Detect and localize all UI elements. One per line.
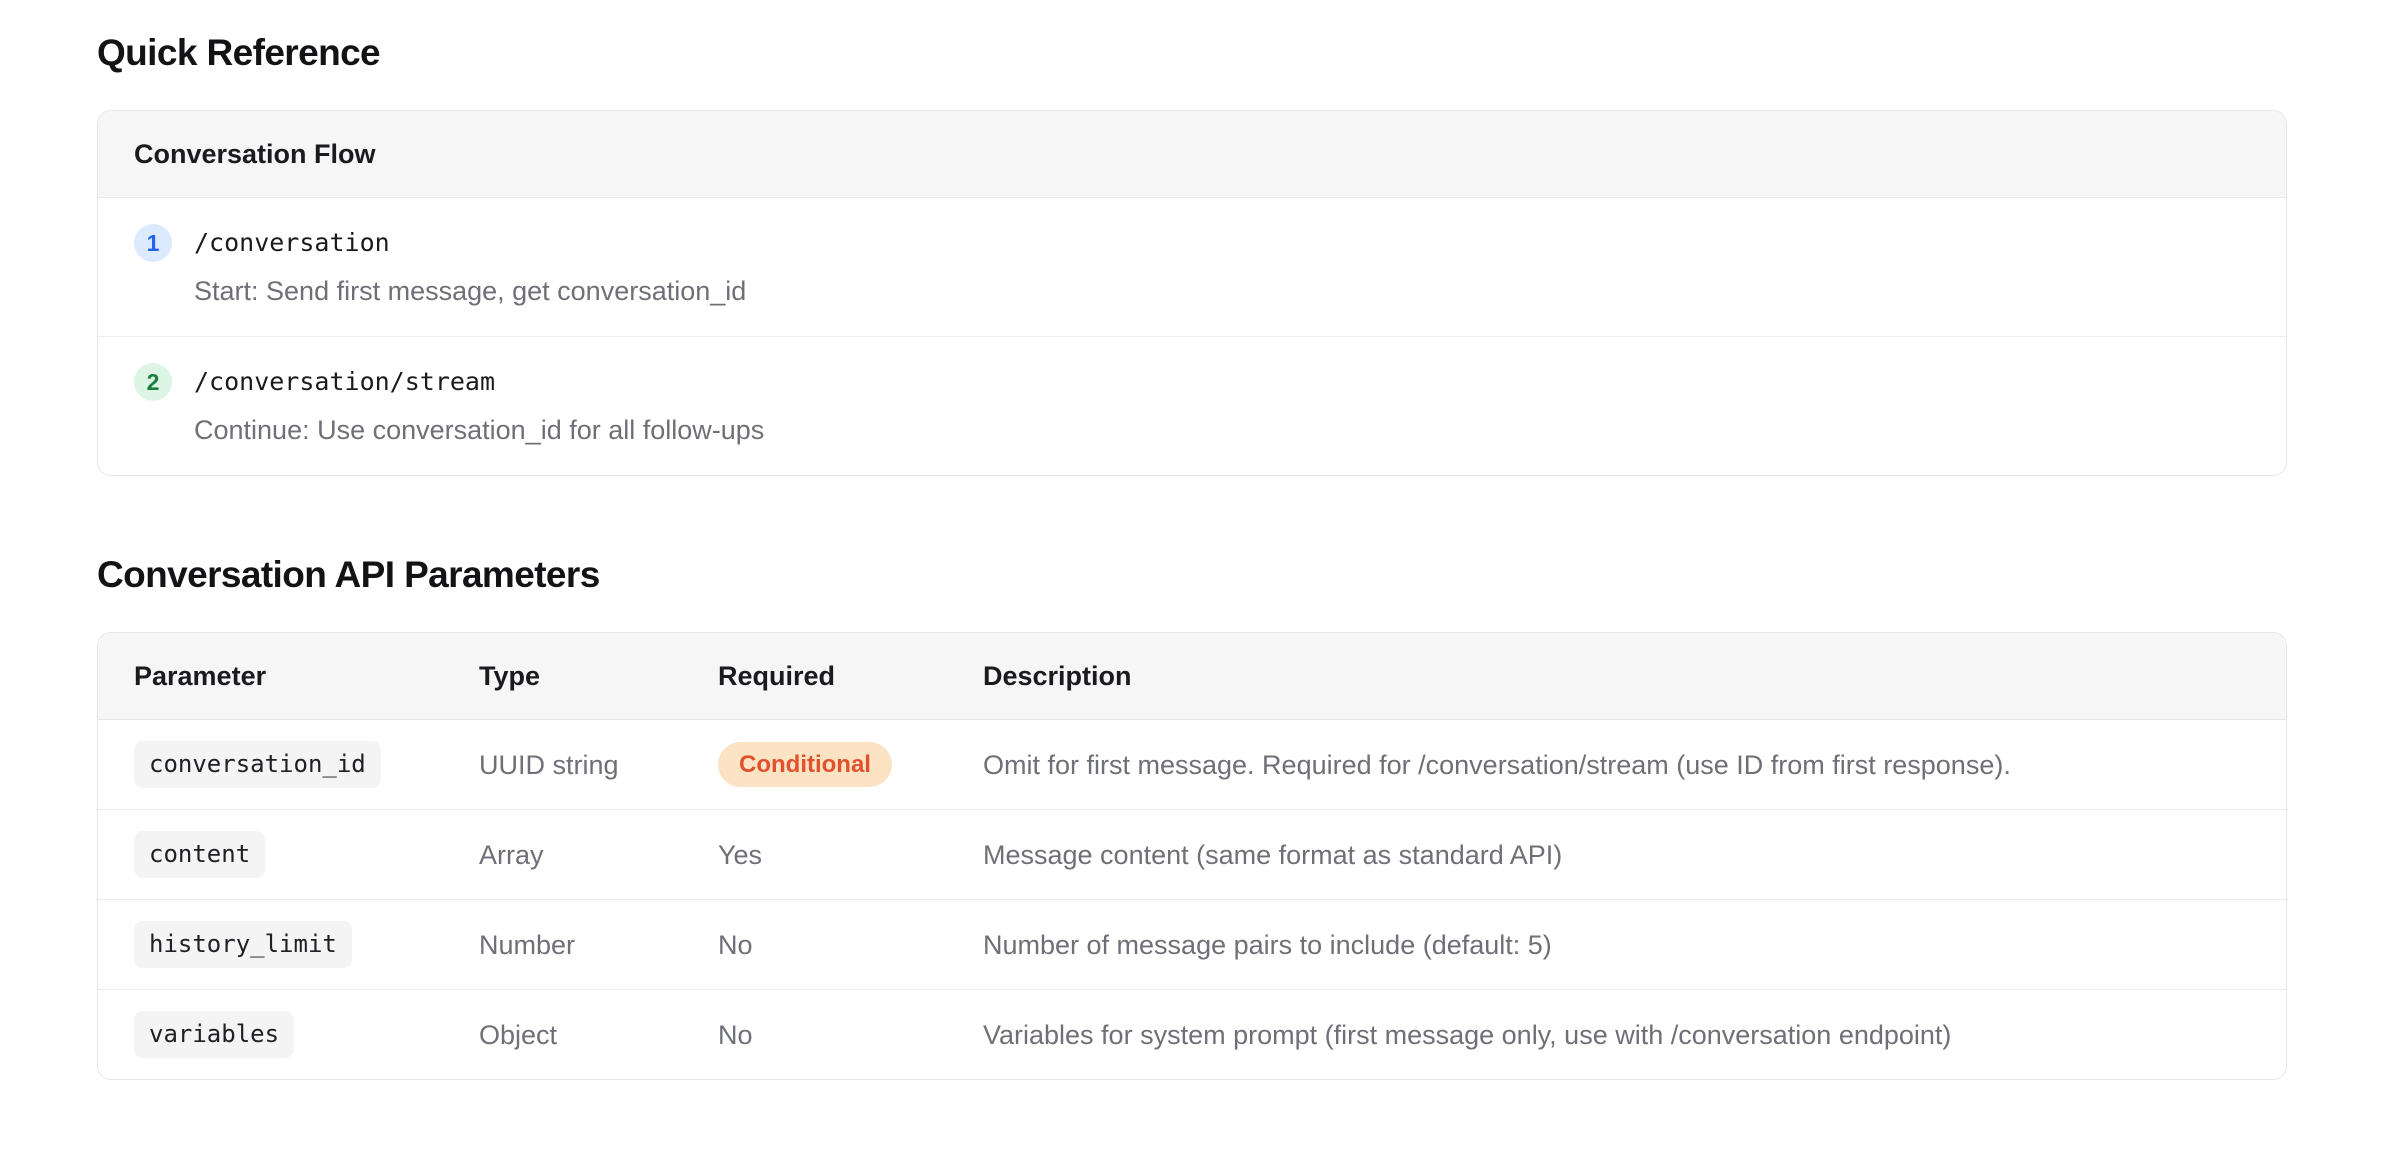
param-type: Array	[479, 810, 718, 900]
param-name-chip: conversation_id	[134, 741, 381, 788]
column-header-type: Type	[479, 633, 718, 720]
conditional-badge: Conditional	[718, 742, 892, 787]
param-required: No	[718, 900, 983, 990]
param-description: Omit for first message. Required for /co…	[983, 720, 2286, 810]
step-2-endpoint-code: /conversation/stream	[194, 363, 495, 401]
table-row-content: content Array Yes Message content (same …	[98, 810, 2286, 900]
step-2-description: Continue: Use conversation_id for all fo…	[194, 413, 2250, 447]
conversation-flow-card: Conversation Flow 1 /conversation Start:…	[97, 110, 2287, 476]
column-header-parameter: Parameter	[98, 633, 479, 720]
documentation-page: Quick Reference Conversation Flow 1 /con…	[0, 30, 2384, 1080]
step-2-number-badge: 2	[134, 363, 172, 401]
step-1-endpoint-code: /conversation	[194, 224, 390, 262]
required-cell: Conditional	[718, 720, 983, 810]
flow-step-2: 2 /conversation/stream Continue: Use con…	[98, 336, 2286, 475]
column-header-required: Required	[718, 633, 983, 720]
param-cell: content	[98, 810, 479, 900]
parameters-table: Parameter Type Required Description conv…	[98, 633, 2286, 1079]
conversation-flow-card-title: Conversation Flow	[98, 111, 2286, 198]
flow-step-1-line: 1 /conversation	[134, 224, 2250, 262]
table-row-conversation-id: conversation_id UUID string Conditional …	[98, 720, 2286, 810]
param-name-chip: history_limit	[134, 921, 352, 968]
param-cell: history_limit	[98, 900, 479, 990]
param-required: No	[718, 990, 983, 1080]
parameters-table-card: Parameter Type Required Description conv…	[97, 632, 2287, 1080]
param-description: Number of message pairs to include (defa…	[983, 900, 2286, 990]
param-required: Yes	[718, 810, 983, 900]
param-type: Object	[479, 990, 718, 1080]
flow-step-1: 1 /conversation Start: Send first messag…	[98, 198, 2286, 336]
param-cell: variables	[98, 990, 479, 1080]
table-row-history-limit: history_limit Number No Number of messag…	[98, 900, 2286, 990]
param-name-chip: content	[134, 831, 265, 878]
flow-step-2-line: 2 /conversation/stream	[134, 363, 2250, 401]
column-header-description: Description	[983, 633, 2286, 720]
parameters-heading: Conversation API Parameters	[97, 552, 2287, 598]
step-1-number-badge: 1	[134, 224, 172, 262]
table-header-row: Parameter Type Required Description	[98, 633, 2286, 720]
step-1-description: Start: Send first message, get conversat…	[194, 274, 2250, 308]
param-type: Number	[479, 900, 718, 990]
table-row-variables: variables Object No Variables for system…	[98, 990, 2286, 1080]
quick-reference-heading: Quick Reference	[97, 30, 2287, 76]
param-type: UUID string	[479, 720, 718, 810]
param-description: Variables for system prompt (first messa…	[983, 990, 2286, 1080]
param-name-chip: variables	[134, 1011, 294, 1058]
param-description: Message content (same format as standard…	[983, 810, 2286, 900]
param-cell: conversation_id	[98, 720, 479, 810]
